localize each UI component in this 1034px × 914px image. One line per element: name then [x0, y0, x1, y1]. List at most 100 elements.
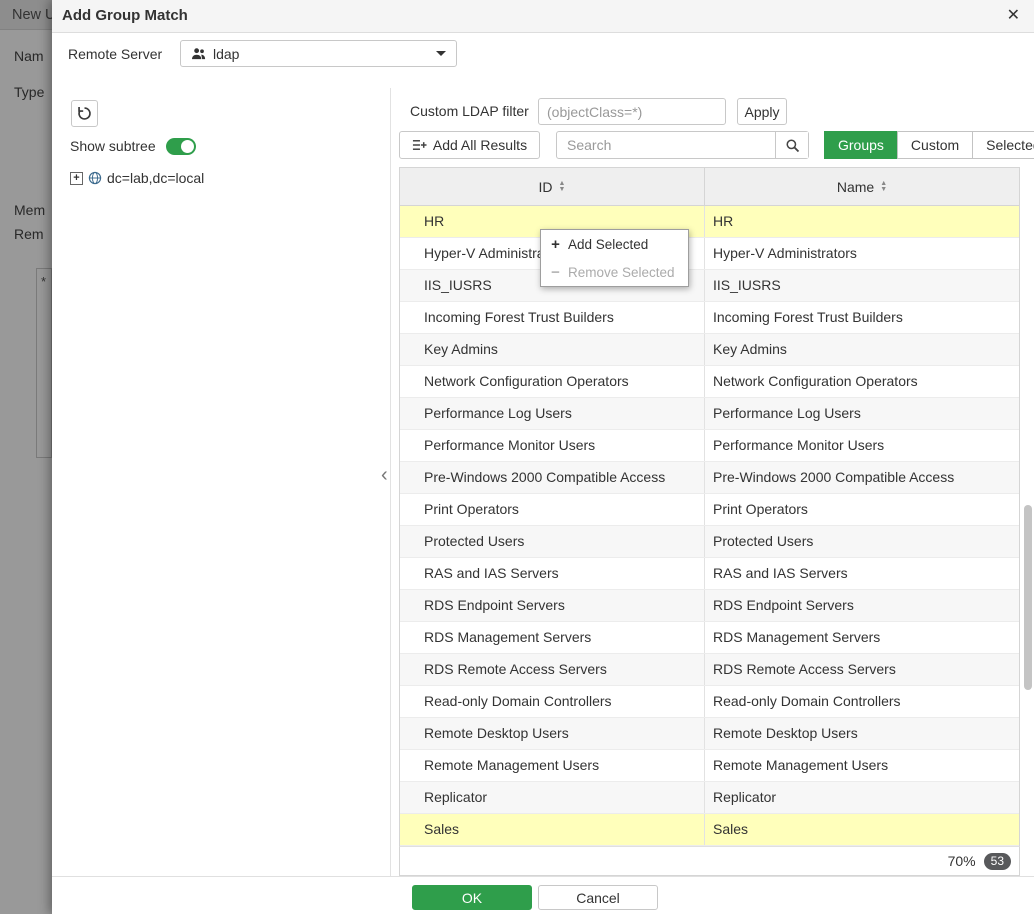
collapse-panel-handle[interactable]: ‹: [381, 465, 388, 485]
results-tabs: Groups Custom Selected: [825, 131, 1034, 159]
context-menu-add-selected[interactable]: + Add Selected: [541, 230, 688, 258]
table-row[interactable]: Hyper-V AdministratorsHyper-V Administra…: [400, 238, 1019, 270]
row-name-cell[interactable]: Read-only Domain Controllers: [705, 686, 1019, 717]
row-id-cell[interactable]: Performance Log Users: [400, 398, 705, 429]
show-subtree-label: Show subtree: [70, 138, 156, 154]
remote-server-value: ldap: [213, 46, 239, 62]
row-id-cell[interactable]: RAS and IAS Servers: [400, 558, 705, 589]
table-row[interactable]: Performance Monitor UsersPerformance Mon…: [400, 430, 1019, 462]
list-plus-icon: [412, 138, 427, 152]
tab-selected[interactable]: Selected: [972, 131, 1034, 159]
table-row[interactable]: HRHR: [400, 206, 1019, 238]
tab-groups[interactable]: Groups: [824, 131, 898, 159]
table-row[interactable]: Network Configuration OperatorsNetwork C…: [400, 366, 1019, 398]
table-row[interactable]: Performance Log UsersPerformance Log Use…: [400, 398, 1019, 430]
row-id-cell[interactable]: RDS Management Servers: [400, 622, 705, 653]
row-id-cell[interactable]: RDS Remote Access Servers: [400, 654, 705, 685]
row-id-cell[interactable]: Network Configuration Operators: [400, 366, 705, 397]
table-footer: 70% 53: [399, 846, 1020, 876]
row-id-cell[interactable]: Remote Management Users: [400, 750, 705, 781]
remote-server-label: Remote Server: [68, 46, 162, 62]
column-header-id-label: ID: [539, 179, 553, 195]
row-id-cell[interactable]: Print Operators: [400, 494, 705, 525]
panel-separator: [390, 88, 391, 876]
row-id-cell[interactable]: Replicator: [400, 782, 705, 813]
row-name-cell[interactable]: Performance Monitor Users: [705, 430, 1019, 461]
table-row[interactable]: RDS Remote Access ServersRDS Remote Acce…: [400, 654, 1019, 686]
dialog-footer: OK Cancel: [52, 876, 1034, 914]
row-name-cell[interactable]: Performance Log Users: [705, 398, 1019, 429]
zoom-level: 70%: [948, 853, 976, 869]
table-row[interactable]: Read-only Domain ControllersRead-only Do…: [400, 686, 1019, 718]
table-row[interactable]: Protected UsersProtected Users: [400, 526, 1019, 558]
row-name-cell[interactable]: Pre-Windows 2000 Compatible Access: [705, 462, 1019, 493]
tab-custom[interactable]: Custom: [897, 131, 973, 159]
globe-icon: [88, 171, 102, 185]
search-icon: [785, 138, 800, 153]
table-header: ID ▲▼ Name ▲▼: [399, 167, 1020, 206]
close-icon[interactable]: ✕: [1007, 6, 1020, 26]
expand-icon[interactable]: +: [70, 172, 83, 185]
apply-button[interactable]: Apply: [737, 98, 787, 125]
show-subtree-toggle[interactable]: [166, 138, 196, 155]
row-id-cell[interactable]: Incoming Forest Trust Builders: [400, 302, 705, 333]
context-menu: + Add Selected − Remove Selected: [540, 229, 689, 287]
row-id-cell[interactable]: Pre-Windows 2000 Compatible Access: [400, 462, 705, 493]
row-id-cell[interactable]: Protected Users: [400, 526, 705, 557]
user-group-icon: [191, 47, 206, 60]
row-name-cell[interactable]: HR: [705, 206, 1019, 237]
table-row[interactable]: Print OperatorsPrint Operators: [400, 494, 1019, 526]
tree-node-label: dc=lab,dc=local: [107, 170, 204, 186]
column-header-id[interactable]: ID ▲▼: [400, 168, 705, 205]
table-row[interactable]: Incoming Forest Trust BuildersIncoming F…: [400, 302, 1019, 334]
row-name-cell[interactable]: RDS Remote Access Servers: [705, 654, 1019, 685]
table-row[interactable]: Pre-Windows 2000 Compatible AccessPre-Wi…: [400, 462, 1019, 494]
minus-icon: −: [550, 264, 561, 281]
row-name-cell[interactable]: Print Operators: [705, 494, 1019, 525]
row-name-cell[interactable]: IIS_IUSRS: [705, 270, 1019, 301]
row-id-cell[interactable]: Performance Monitor Users: [400, 430, 705, 461]
tree-node-root[interactable]: + dc=lab,dc=local: [70, 170, 204, 186]
table-row[interactable]: ReplicatorReplicator: [400, 782, 1019, 814]
column-header-name[interactable]: Name ▲▼: [705, 168, 1019, 205]
row-id-cell[interactable]: RDS Endpoint Servers: [400, 590, 705, 621]
table-row[interactable]: RDS Management ServersRDS Management Ser…: [400, 622, 1019, 654]
table-row[interactable]: RDS Endpoint ServersRDS Endpoint Servers: [400, 590, 1019, 622]
row-name-cell[interactable]: Replicator: [705, 782, 1019, 813]
row-name-cell[interactable]: Key Admins: [705, 334, 1019, 365]
screen: New U Nam Type Mem Rem * Add Group Match…: [0, 0, 1034, 914]
add-all-results-button[interactable]: Add All Results: [399, 131, 540, 159]
row-name-cell[interactable]: RDS Endpoint Servers: [705, 590, 1019, 621]
table-row[interactable]: Remote Desktop UsersRemote Desktop Users: [400, 718, 1019, 750]
row-name-cell[interactable]: Protected Users: [705, 526, 1019, 557]
row-id-cell[interactable]: Read-only Domain Controllers: [400, 686, 705, 717]
ok-button[interactable]: OK: [412, 885, 532, 910]
ldap-filter-input[interactable]: [538, 98, 726, 125]
row-name-cell[interactable]: Remote Management Users: [705, 750, 1019, 781]
chevron-down-icon: [436, 51, 446, 56]
remove-selected-label: Remove Selected: [568, 265, 675, 280]
cancel-button[interactable]: Cancel: [538, 885, 658, 910]
remote-server-select[interactable]: ldap: [180, 40, 457, 67]
row-name-cell[interactable]: Remote Desktop Users: [705, 718, 1019, 749]
row-name-cell[interactable]: RAS and IAS Servers: [705, 558, 1019, 589]
scrollbar-thumb[interactable]: [1024, 505, 1032, 690]
refresh-icon: [77, 106, 92, 121]
refresh-button[interactable]: [71, 100, 98, 127]
row-id-cell[interactable]: Key Admins: [400, 334, 705, 365]
row-name-cell[interactable]: Incoming Forest Trust Builders: [705, 302, 1019, 333]
row-id-cell[interactable]: Sales: [400, 814, 705, 845]
table-row[interactable]: SalesSales: [400, 814, 1019, 846]
search-input[interactable]: [557, 132, 775, 158]
table-row[interactable]: Key AdminsKey Admins: [400, 334, 1019, 366]
row-id-cell[interactable]: Remote Desktop Users: [400, 718, 705, 749]
plus-icon: +: [550, 236, 561, 253]
table-row[interactable]: IIS_IUSRSIIS_IUSRS: [400, 270, 1019, 302]
row-name-cell[interactable]: RDS Management Servers: [705, 622, 1019, 653]
row-name-cell[interactable]: Network Configuration Operators: [705, 366, 1019, 397]
table-row[interactable]: RAS and IAS ServersRAS and IAS Servers: [400, 558, 1019, 590]
row-name-cell[interactable]: Sales: [705, 814, 1019, 845]
table-row[interactable]: Remote Management UsersRemote Management…: [400, 750, 1019, 782]
search-button[interactable]: [775, 132, 808, 158]
row-name-cell[interactable]: Hyper-V Administrators: [705, 238, 1019, 269]
